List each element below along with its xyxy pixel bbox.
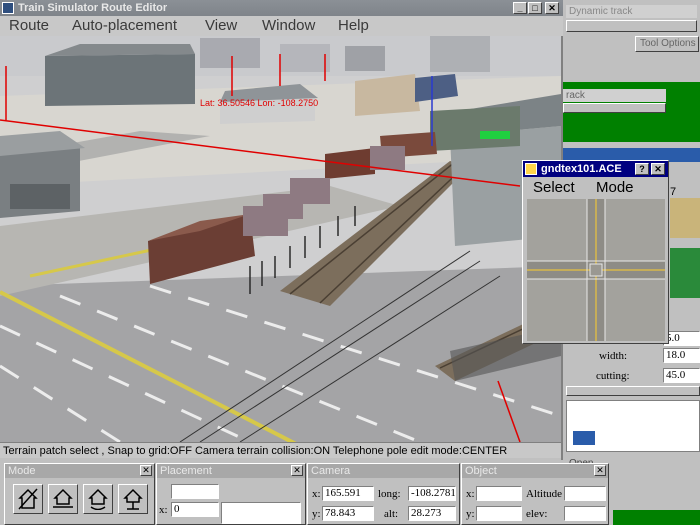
mode-panel: Mode ✕ (4, 463, 155, 525)
object-y-field[interactable] (476, 506, 522, 521)
house-rotate-icon (88, 488, 108, 510)
texture-preview[interactable] (527, 199, 665, 341)
mode-rotate-button[interactable] (83, 484, 113, 514)
placement-top-field[interactable] (171, 484, 219, 499)
object-x-field[interactable] (476, 486, 522, 501)
cutting-label: cutting: (596, 370, 630, 382)
placement-preview-box (221, 502, 301, 524)
object-elev-field[interactable] (564, 506, 606, 521)
mode-panel-close[interactable]: ✕ (140, 465, 152, 476)
app-icon (2, 2, 14, 14)
texture-icon (525, 163, 537, 175)
placement-panel-close[interactable]: ✕ (291, 465, 303, 476)
menu-help[interactable]: Help (338, 17, 369, 34)
placement-x-field[interactable]: 0 (171, 502, 219, 517)
menu-mode[interactable]: Mode (596, 179, 634, 196)
camera-long-label: long: (378, 488, 401, 500)
object-panel: Object ✕ x: Altitude y: elev: (461, 463, 609, 525)
width-label: width: (599, 350, 628, 362)
house-select-icon (18, 488, 38, 510)
cutting-field[interactable]: 45.0 (663, 368, 700, 383)
mode-move-button[interactable] (48, 484, 78, 514)
object-panel-close[interactable]: ✕ (594, 465, 606, 476)
mode-select-button[interactable] (13, 484, 43, 514)
camera-x-field[interactable]: 165.591 (322, 486, 374, 501)
texture-window-title-bar[interactable]: gndtex101.ACE ? ✕ (523, 161, 668, 177)
window-title: Train Simulator Route Editor (18, 2, 168, 14)
texture-window: gndtex101.ACE ? ✕ Select Mode (522, 160, 669, 344)
route-editor-window: Train Simulator Route Editor _ □ ✕ Route… (0, 0, 563, 460)
camera-x-label: x: (312, 488, 321, 500)
camera-alt-field[interactable]: 28.273 (408, 506, 456, 521)
maximize-button[interactable]: □ (528, 2, 542, 14)
help-button[interactable]: ? (635, 163, 649, 175)
texture-menu-bar: Select Mode (523, 178, 668, 198)
menu-select[interactable]: Select (533, 179, 575, 196)
house-elevate-icon (123, 488, 143, 510)
close-button[interactable]: ✕ (545, 2, 559, 14)
camera-panel: Camera x: 165.591 long: -108.2781 y: 78.… (307, 463, 460, 525)
object-y-label: y: (466, 508, 475, 520)
title-bar[interactable]: Train Simulator Route Editor _ □ ✕ (0, 0, 563, 16)
camera-y-label: y: (312, 508, 321, 520)
viewport-coordinate-overlay: Lat: 36.50546 Lon: -108.2750 (200, 98, 319, 108)
camera-alt-label: alt: (384, 508, 399, 520)
minimize-button[interactable]: _ (513, 2, 527, 14)
object-elev-label: elev: (526, 508, 548, 520)
info-box (566, 400, 700, 452)
placement-panel: Placement ✕ x: 0 (156, 463, 306, 525)
camera-panel-title: Camera (308, 464, 459, 478)
slider-track[interactable] (566, 386, 700, 396)
house-move-icon (53, 488, 73, 508)
mode-panel-title: Mode (5, 464, 154, 478)
dynamic-track-dropdown[interactable] (566, 20, 697, 32)
menu-route[interactable]: Route (9, 17, 49, 34)
texture-window-title: gndtex101.ACE (541, 163, 622, 175)
info-scroll-thumb[interactable] (573, 431, 595, 445)
camera-y-field[interactable]: 78.843 (322, 506, 374, 521)
track-title: rack (563, 89, 666, 102)
texture-thumb[interactable] (670, 198, 700, 238)
dynamic-track-title: Dynamic track (566, 5, 697, 18)
placement-x-label: x: (159, 504, 168, 516)
menu-bar: Route Auto-placement View Window Help (0, 16, 563, 36)
3d-viewport[interactable]: Lat: 36.50546 Lon: -108.2750 (0, 36, 561, 442)
mode-elevate-button[interactable] (118, 484, 148, 514)
menu-auto-placement[interactable]: Auto-placement (72, 17, 177, 34)
object-altitude-label: Altitude (526, 488, 563, 500)
texture-thumb-green[interactable] (670, 248, 700, 298)
status-bar: Terrain patch select , Snap to grid:OFF … (0, 442, 561, 458)
track-dropdown[interactable] (563, 103, 666, 113)
width-field[interactable]: 18.0 (663, 348, 700, 363)
menu-window[interactable]: Window (262, 17, 315, 34)
crossroad-texture (527, 199, 665, 341)
object-panel-title: Object (462, 464, 608, 478)
menu-view[interactable]: View (205, 17, 237, 34)
texture-close-button[interactable]: ✕ (651, 163, 665, 175)
camera-long-field[interactable]: -108.2781 (408, 486, 456, 501)
track-number: 7 (670, 186, 677, 198)
bottom-green-bar (613, 510, 700, 525)
scene-render (0, 36, 561, 442)
placement-panel-title: Placement (157, 464, 305, 478)
object-x-label: x: (466, 488, 475, 500)
tool-options-button[interactable]: Tool Options (635, 36, 699, 52)
object-altitude-field[interactable] (564, 486, 606, 501)
